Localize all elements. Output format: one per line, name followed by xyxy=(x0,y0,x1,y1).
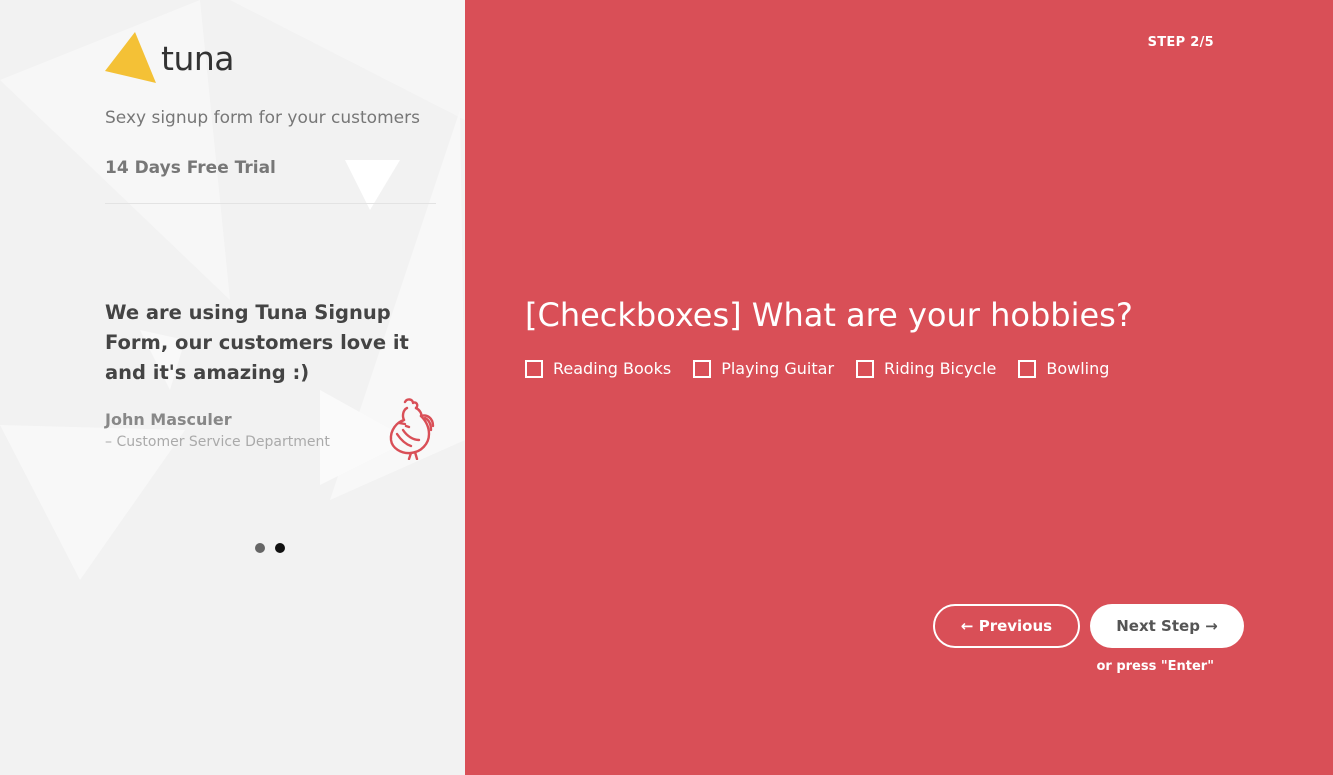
brand-logo[interactable]: tuna xyxy=(105,32,235,84)
carousel-dots xyxy=(255,543,285,553)
previous-button[interactable]: ← Previous xyxy=(933,604,1080,648)
question-title: [Checkboxes] What are your hobbies? xyxy=(525,296,1133,334)
hobby-options: Reading Books Playing Guitar Riding Bicy… xyxy=(525,359,1109,378)
option-riding-bicycle[interactable]: Riding Bicycle xyxy=(856,359,996,378)
testimonial-quote: We are using Tuna Signup Form, our custo… xyxy=(105,301,409,384)
next-step-button[interactable]: Next Step → xyxy=(1090,604,1244,648)
rooster-icon xyxy=(389,398,435,460)
checkbox[interactable] xyxy=(525,359,543,378)
tagline: Sexy signup form for your customers xyxy=(105,108,420,128)
trial-text: 14 Days Free Trial xyxy=(105,158,276,178)
checkbox[interactable] xyxy=(1018,359,1037,378)
form-panel: STEP 2/5 [Checkboxes] What are your hobb… xyxy=(465,0,1333,775)
option-label: Playing Guitar xyxy=(721,359,835,378)
carousel-dot-1[interactable] xyxy=(255,543,265,553)
option-reading-books[interactable]: Reading Books xyxy=(525,359,671,378)
testimonial-author: John Masculer xyxy=(105,410,232,429)
option-label: Reading Books xyxy=(553,359,672,378)
checkbox[interactable] xyxy=(856,359,875,378)
enter-hint: or press "Enter" xyxy=(1096,659,1214,674)
divider xyxy=(105,203,436,204)
sidebar-panel: tuna Sexy signup form for your customers… xyxy=(0,0,465,775)
option-playing-guitar[interactable]: Playing Guitar xyxy=(693,359,834,378)
option-bowling[interactable]: Bowling xyxy=(1018,359,1109,378)
step-indicator: STEP 2/5 xyxy=(1147,35,1214,50)
brand-name: tuna xyxy=(161,38,235,78)
carousel-dot-2[interactable] xyxy=(275,543,285,553)
option-label: Bowling xyxy=(1046,359,1110,378)
logo-triangle-icon xyxy=(105,32,156,83)
option-label: Riding Bicycle xyxy=(884,359,997,378)
checkbox[interactable] xyxy=(693,359,712,378)
testimonial-department: – Customer Service Department xyxy=(105,434,330,450)
